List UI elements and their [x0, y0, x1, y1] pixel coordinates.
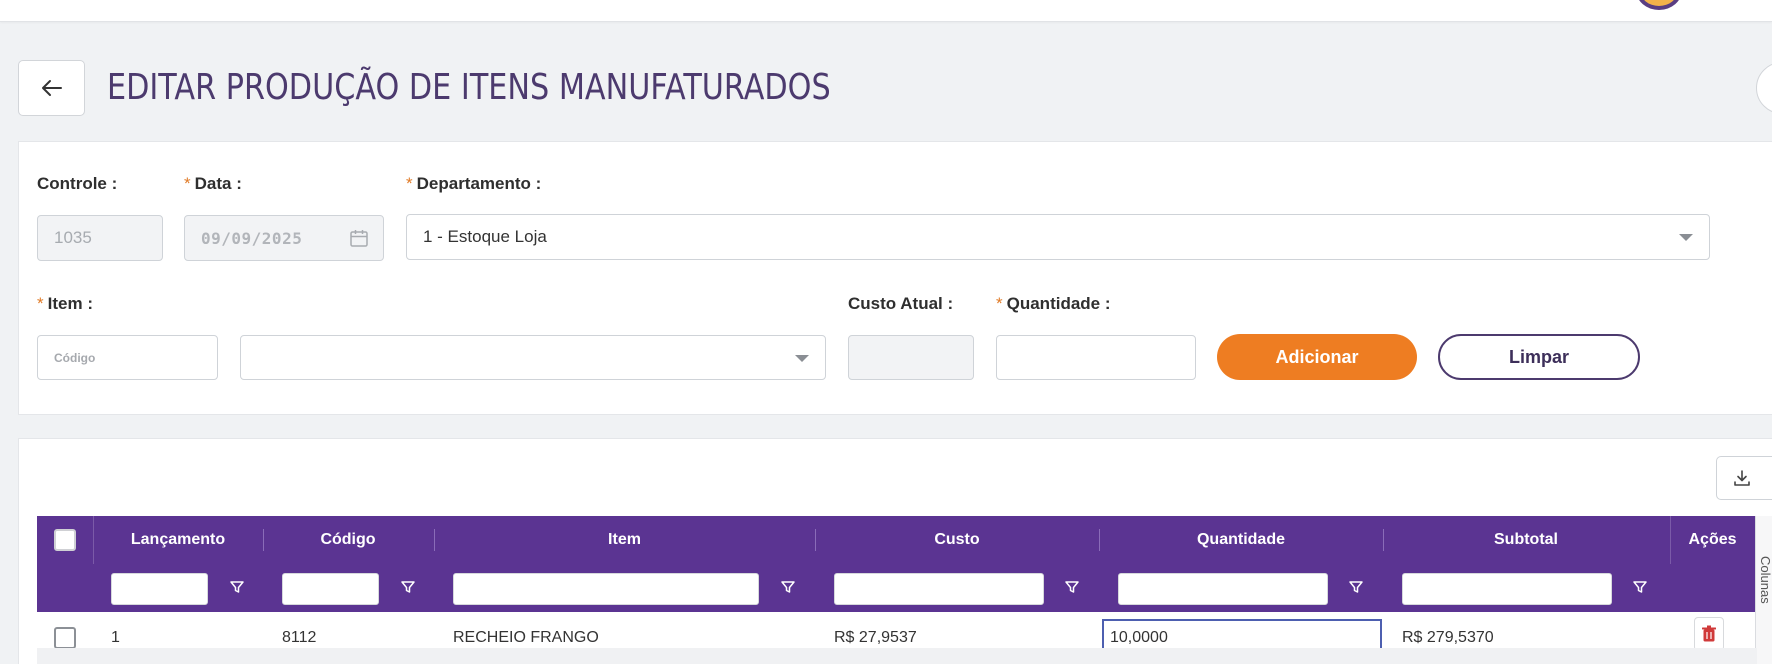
header-custo[interactable]: Custo: [815, 516, 1099, 564]
columns-panel-label[interactable]: Colunas: [1758, 556, 1772, 604]
top-bar: [0, 0, 1772, 22]
grid-header-row: Lançamento Código Item Custo Quantidade …: [37, 516, 1755, 564]
filter-icon[interactable]: [229, 579, 245, 595]
filter-icon[interactable]: [1348, 579, 1364, 595]
download-icon: [1734, 470, 1750, 486]
trash-icon: [1702, 625, 1716, 642]
controle-field: 1035: [37, 215, 163, 261]
header-acoes: Ações: [1688, 531, 1737, 548]
arrow-left-icon: [41, 80, 62, 96]
filter-icon[interactable]: [1064, 579, 1080, 595]
departamento-select[interactable]: 1 - Estoque Loja: [406, 214, 1710, 260]
data-field[interactable]: 09/09/2025: [184, 215, 384, 261]
filter-input-subtotal[interactable]: [1402, 573, 1612, 605]
item-select[interactable]: [240, 335, 826, 380]
select-all-checkbox[interactable]: [54, 529, 76, 551]
limpar-button[interactable]: Limpar: [1438, 334, 1640, 380]
filter-input-quantidade[interactable]: [1118, 573, 1328, 605]
chevron-down-icon: [795, 354, 809, 362]
horizontal-scrollbar[interactable]: [37, 648, 1757, 664]
header-quantidade[interactable]: Quantidade: [1099, 516, 1383, 564]
header-codigo[interactable]: Código: [263, 516, 433, 564]
header-item[interactable]: Item: [434, 516, 815, 564]
columns-side-panel[interactable]: Colunas: [1755, 516, 1772, 664]
filter-input-custo[interactable]: [834, 573, 1044, 605]
chevron-down-icon: [1679, 234, 1693, 241]
quantidade-label: * Quantidade :: [996, 294, 1111, 313]
filter-input-lancamento[interactable]: [111, 573, 208, 605]
item-code-input[interactable]: Código: [37, 335, 218, 380]
header-subtotal[interactable]: Subtotal: [1383, 516, 1669, 564]
filter-icon[interactable]: [1632, 579, 1648, 595]
filter-input-codigo[interactable]: [282, 573, 379, 605]
select-all-checkbox-cell: [37, 516, 93, 564]
grid-filter-row: [37, 564, 1755, 612]
adicionar-button[interactable]: Adicionar: [1217, 334, 1417, 380]
filter-icon[interactable]: [400, 579, 416, 595]
export-button[interactable]: [1716, 456, 1772, 500]
back-button[interactable]: [18, 60, 85, 116]
calendar-icon[interactable]: [349, 228, 369, 248]
quantidade-input[interactable]: [996, 335, 1196, 380]
data-label: * Data :: [184, 174, 242, 193]
delete-row-button[interactable]: [1694, 617, 1724, 651]
custo-atual-field: [848, 335, 974, 380]
filter-icon[interactable]: [780, 579, 796, 595]
filter-input-item[interactable]: [453, 573, 759, 605]
custo-atual-label: Custo Atual :: [848, 294, 954, 313]
row-checkbox[interactable]: [54, 627, 76, 649]
item-label: * Item :: [37, 294, 93, 313]
avatar[interactable]: [1636, 0, 1682, 10]
page-title: EDITAR PRODUÇÃO DE ITENS MANUFATURADOS: [107, 67, 831, 108]
controle-label: Controle :: [37, 174, 118, 193]
departamento-label: * Departamento :: [406, 174, 542, 193]
header-lancamento[interactable]: Lançamento: [93, 516, 263, 564]
header-action-button[interactable]: [1756, 62, 1772, 114]
